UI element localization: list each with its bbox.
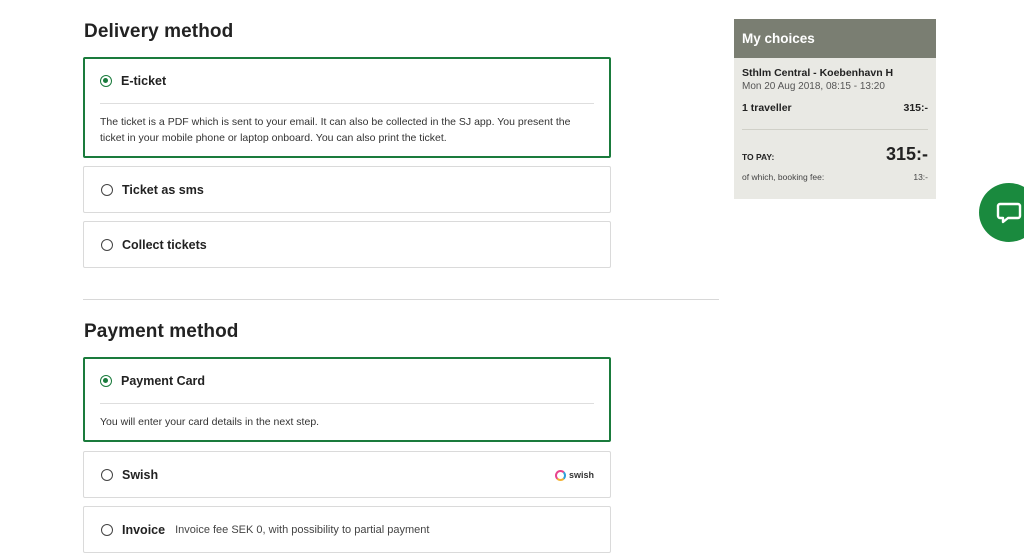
my-choices-title: My choices [734,19,936,58]
booking-fee-label: of which, booking fee: [742,172,825,182]
radio-invoice[interactable] [101,524,113,536]
delivery-option-collect[interactable]: Collect tickets [83,221,611,268]
to-pay-amount: 315:- [885,144,928,164]
radio-eticket[interactable] [100,75,112,87]
traveller-row: 1 traveller 315:- [742,102,928,114]
journey-route: Sthlm Central - Koebenhavn H [742,67,894,79]
radio-collect[interactable] [101,239,113,251]
delivery-method-title: Delivery method [84,21,234,42]
radio-card[interactable] [100,375,112,387]
traveller-count: 1 traveller [742,102,792,114]
swish-logo: swish [554,469,594,481]
payment-option-card[interactable]: Payment Card You will enter your card de… [83,357,611,442]
traveller-price: 315:- [903,102,928,114]
booking-fee-amount: 13:- [913,172,928,182]
chat-bubble-icon [996,202,1022,224]
payment-option-invoice[interactable]: Invoice Invoice fee SEK 0, with possibil… [83,506,611,553]
option-divider [100,403,594,404]
delivery-option-label: Ticket as sms [122,183,204,197]
payment-option-swish[interactable]: Swish swish [83,451,611,498]
journey-date: Mon 20 Aug 2018, 08:15 - 13:20 [742,81,885,92]
radio-sms[interactable] [101,184,113,196]
delivery-option-label: E-ticket [121,74,167,88]
swish-logo-icon [554,469,566,481]
delivery-option-label: Collect tickets [122,238,207,252]
booking-fee-row: of which, booking fee: 13:- [742,172,928,182]
payment-option-label: Payment Card [121,374,206,388]
payment-option-label: Swish [122,468,159,482]
delivery-option-sms[interactable]: Ticket as sms [83,166,611,213]
payment-option-description: You will enter your card details in the … [100,416,320,428]
summary-divider [742,129,928,130]
chat-button[interactable] [979,183,1024,242]
invoice-fee-note: Invoice fee SEK 0, with possibility to p… [175,524,430,536]
swish-logo-text: swish [568,470,594,480]
section-divider [83,299,719,300]
delivery-option-eticket[interactable]: E-ticket The ticket is a PDF which is se… [83,57,611,158]
to-pay-label: TO PAY: [742,152,775,162]
option-divider [100,103,594,104]
my-choices-panel: My choices Sthlm Central - Koebenhavn H … [734,19,936,199]
payment-method-title: Payment method [84,321,239,342]
payment-option-label: Invoice [122,523,166,537]
to-pay-row: TO PAY: 315:- [742,144,928,165]
delivery-option-description: The ticket is a PDF which is sent to you… [100,116,571,144]
radio-swish[interactable] [101,469,113,481]
